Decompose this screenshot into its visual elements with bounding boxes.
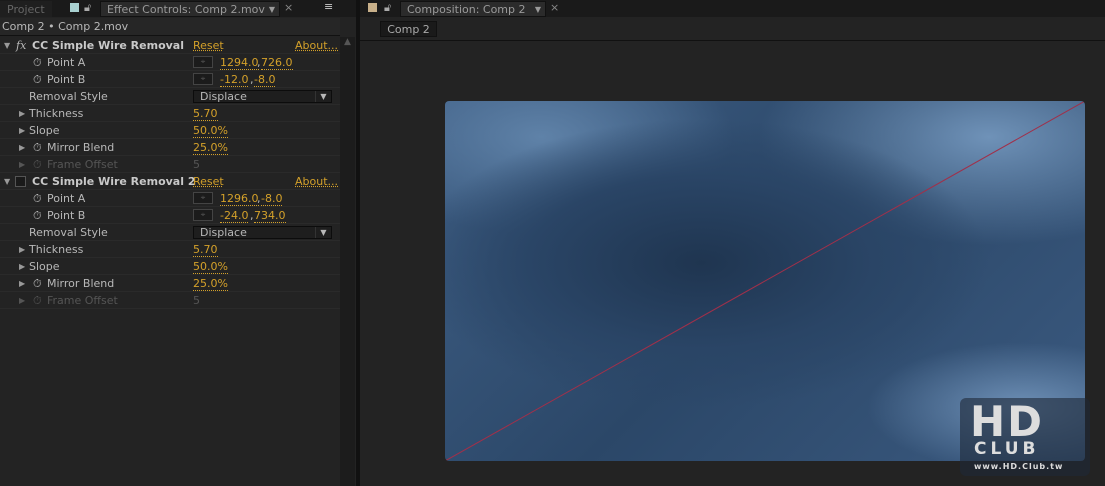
stopwatch-icon[interactable]: ⏱ (33, 190, 42, 207)
collapse-triangle-icon[interactable]: ▼ (4, 37, 10, 54)
param-label: Mirror Blend (47, 141, 115, 154)
about-link[interactable]: About... (295, 173, 338, 190)
point-a-x[interactable]: 1294.0 (220, 56, 259, 70)
about-link[interactable]: About... (295, 37, 338, 54)
breadcrumb: Comp 2 • Comp 2.mov (0, 18, 340, 36)
dropdown-icon: ▼ (315, 91, 331, 102)
effect-name: CC Simple Wire Removal 2 (32, 175, 196, 188)
param-label: Point A (47, 192, 86, 205)
slope-value[interactable]: 50.0% (193, 260, 228, 274)
lock-icon[interactable]: 🔓︎ (384, 1, 391, 15)
point-b-x[interactable]: -12.0 (220, 73, 249, 87)
panel-divider[interactable] (356, 0, 360, 486)
watermark-url: www.HD.Club.tw (974, 462, 1064, 471)
label-color-swatch (70, 3, 79, 12)
param-slope[interactable]: ▶ Slope 50.0% (0, 122, 340, 139)
param-label: Frame Offset (47, 294, 118, 307)
point-a-y[interactable]: 726.0 (261, 56, 293, 70)
frame-offset-value: 5 (193, 158, 200, 171)
param-slope[interactable]: ▶ Slope 50.0% (0, 258, 340, 275)
expand-triangle-icon: ▶ (19, 160, 26, 169)
param-label: Thickness (29, 107, 84, 120)
crosshair-icon[interactable]: ⌖ (193, 73, 213, 85)
expand-triangle-icon[interactable]: ▶ (19, 122, 25, 139)
param-label: Frame Offset (47, 158, 118, 171)
param-label: Mirror Blend (47, 277, 115, 290)
point-b-x[interactable]: -24.0 (220, 209, 249, 223)
param-label: Slope (29, 124, 60, 137)
thickness-value[interactable]: 5.70 (193, 243, 218, 257)
param-label: Point A (47, 56, 86, 69)
collapse-triangle-icon[interactable]: ▼ (4, 173, 10, 190)
slope-value[interactable]: 50.0% (193, 124, 228, 138)
param-removal-style[interactable]: Removal Style Displace ▼ (0, 88, 340, 105)
tab-project[interactable]: Project (0, 1, 52, 17)
removal-style-select[interactable]: Displace ▼ (193, 90, 332, 103)
tab-composition[interactable]: Composition: Comp 2 ▼ (400, 1, 546, 17)
mirror-blend-value[interactable]: 25.0% (193, 277, 228, 291)
crosshair-icon[interactable]: ⌖ (193, 56, 213, 68)
stopwatch-icon[interactable]: ⏱ (33, 54, 42, 71)
param-label: Point B (47, 73, 86, 86)
param-label: Removal Style (29, 226, 108, 239)
fx-toggle-checkbox[interactable] (15, 176, 26, 187)
expand-triangle-icon[interactable]: ▶ (19, 275, 25, 292)
frame-offset-value: 5 (193, 294, 200, 307)
expand-triangle-icon: ▶ (19, 296, 26, 305)
fx-icon[interactable]: fx (16, 37, 26, 54)
expand-triangle-icon[interactable]: ▶ (19, 258, 25, 275)
stopwatch-icon: ⏱ (33, 158, 42, 171)
tab-effect-controls[interactable]: Effect Controls: Comp 2.mov ▼ (100, 1, 280, 17)
param-point-a[interactable]: ⏱ Point A ⌖ 1296.0, -8.0 (0, 190, 340, 207)
dropdown-icon[interactable]: ▼ (269, 2, 275, 17)
dropdown-icon: ▼ (315, 227, 331, 238)
param-label: Slope (29, 260, 60, 273)
removal-style-select[interactable]: Displace ▼ (193, 226, 332, 239)
expand-triangle-icon[interactable]: ▶ (19, 139, 25, 156)
effect-name: CC Simple Wire Removal (32, 39, 184, 52)
point-a-y[interactable]: -8.0 (261, 192, 283, 206)
expand-triangle-icon[interactable]: ▶ (19, 241, 25, 258)
dropdown-icon[interactable]: ▼ (535, 2, 541, 17)
param-frame-offset[interactable]: ▶ ⏱ Frame Offset 5 (0, 292, 340, 309)
stopwatch-icon[interactable]: ⏱ (33, 139, 42, 156)
point-a-x[interactable]: 1296.0 (220, 192, 259, 206)
param-thickness[interactable]: ▶ Thickness 5.70 (0, 105, 340, 122)
param-label: Point B (47, 209, 86, 222)
effect-header[interactable]: ▼ fx CC Simple Wire Removal Reset About... (0, 37, 340, 54)
param-thickness[interactable]: ▶ Thickness 5.70 (0, 241, 340, 258)
stopwatch-icon[interactable]: ⏱ (33, 71, 42, 88)
param-removal-style[interactable]: Removal Style Displace ▼ (0, 224, 340, 241)
param-point-a[interactable]: ⏱ Point A ⌖ 1294.0, 726.0 (0, 54, 340, 71)
param-mirror-blend[interactable]: ▶ ⏱ Mirror Blend 25.0% (0, 139, 340, 156)
thickness-value[interactable]: 5.70 (193, 107, 218, 121)
scrollbar[interactable]: ▲ (340, 37, 355, 486)
crosshair-icon[interactable]: ⌖ (193, 192, 213, 204)
param-point-b[interactable]: ⏱ Point B ⌖ -24.0, 734.0 (0, 207, 340, 224)
point-b-y[interactable]: -8.0 (254, 73, 276, 87)
watermark-logo: HD CLUB www.HD.Club.tw (960, 398, 1090, 476)
stopwatch-icon: ⏱ (33, 294, 42, 307)
param-label: Removal Style (29, 90, 108, 103)
divider (360, 40, 1105, 41)
crosshair-icon[interactable]: ⌖ (193, 209, 213, 221)
lock-icon[interactable]: 🔓︎ (84, 1, 91, 15)
param-point-b[interactable]: ⏱ Point B ⌖ -12.0, -8.0 (0, 71, 340, 88)
expand-triangle-icon[interactable]: ▶ (19, 105, 25, 122)
panel-menu-icon[interactable]: ≡ (324, 0, 333, 13)
stopwatch-icon[interactable]: ⏱ (33, 207, 42, 224)
close-icon[interactable]: × (284, 1, 293, 14)
reset-link[interactable]: Reset (193, 37, 224, 54)
point-b-y[interactable]: 734.0 (254, 209, 286, 223)
reset-link[interactable]: Reset (193, 173, 224, 190)
label-color-swatch (368, 3, 377, 12)
param-mirror-blend[interactable]: ▶ ⏱ Mirror Blend 25.0% (0, 275, 340, 292)
effect-header[interactable]: ▼ CC Simple Wire Removal 2 Reset About... (0, 173, 340, 190)
close-icon[interactable]: × (550, 1, 559, 14)
param-label: Thickness (29, 243, 84, 256)
mirror-blend-value[interactable]: 25.0% (193, 141, 228, 155)
stopwatch-icon[interactable]: ⏱ (33, 275, 42, 292)
param-frame-offset[interactable]: ▶ ⏱ Frame Offset 5 (0, 156, 340, 173)
comp-2-button[interactable]: Comp 2 (380, 21, 437, 37)
